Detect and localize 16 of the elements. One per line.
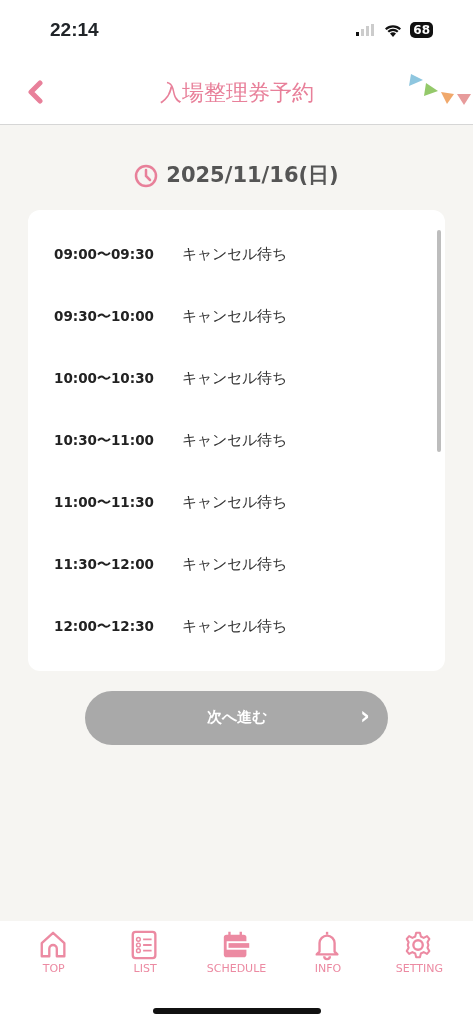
slot-row[interactable]: 09:00〜09:30 キャンセル待ち: [28, 223, 445, 286]
slot-row[interactable]: 10:00〜10:30 キャンセル待ち: [28, 347, 445, 410]
slot-row[interactable]: 09:30〜10:00 キャンセル待ち: [28, 285, 445, 348]
slot-row[interactable]: 11:30〜12:00 キャンセル待ち: [28, 533, 445, 596]
page-title: 入場整理券予約: [159, 78, 314, 107]
clock-icon: [134, 163, 159, 188]
clock-time: 22:14: [50, 17, 99, 42]
slot-row[interactable]: 12:00〜12:30 キャンセル待ち: [28, 595, 445, 658]
slot-row[interactable]: 11:00〜11:30 キャンセル待ち: [28, 471, 445, 534]
signal-icon: [356, 24, 377, 36]
chevron-icon: ›: [360, 700, 370, 731]
battery-level: 68: [410, 22, 433, 38]
slot-row[interactable]: 10:30〜11:00 キャンセル待ち: [28, 409, 445, 472]
date-label: 2025/11/16(日): [166, 162, 339, 189]
back-icon[interactable]: [26, 80, 44, 104]
wifi-icon: [384, 23, 403, 37]
